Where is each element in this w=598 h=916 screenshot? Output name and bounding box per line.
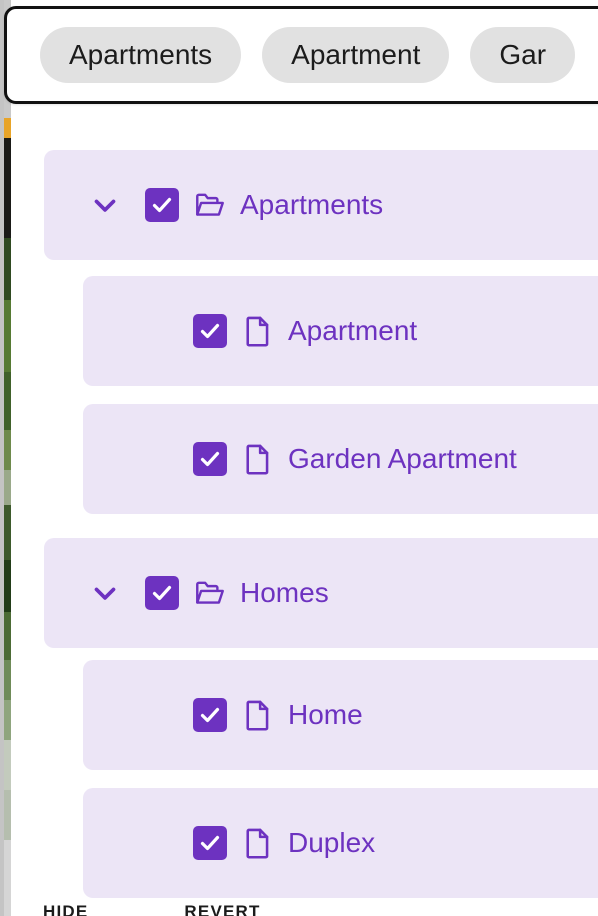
footer-revert-label[interactable]: REVERT [184, 902, 260, 916]
tree-node-label: Homes [240, 577, 329, 608]
tree-folder-row[interactable]: Apartments [44, 150, 598, 260]
footer-bar: HIDE REVERT [11, 902, 598, 916]
file-icon [242, 827, 274, 859]
multi-select-input[interactable]: Apartments Apartment Gar [4, 6, 598, 104]
tree-checkbox-checked[interactable] [193, 442, 227, 476]
chip-label: Apartment [291, 39, 421, 70]
tree-checkbox-checked[interactable] [193, 826, 227, 860]
file-icon [242, 443, 274, 475]
folder-open-icon [194, 189, 226, 221]
footer-hide-label[interactable]: HIDE [43, 902, 88, 916]
tree-checkbox-checked[interactable] [193, 698, 227, 732]
footer-labels: HIDE REVERT [43, 902, 261, 916]
tree-node-label: Garden Apartment [288, 443, 517, 474]
tree-file-row[interactable]: Apartment [83, 276, 598, 386]
tree-node-label: Apartments [240, 189, 384, 220]
folder-open-icon [194, 577, 226, 609]
background-photo-sliver [0, 0, 11, 916]
tree-node-label: Home [288, 699, 363, 730]
file-icon [242, 315, 274, 347]
selected-chip[interactable]: Apartment [262, 27, 450, 83]
tree-node-label: Duplex [288, 827, 376, 858]
tree-file-row[interactable]: Home [83, 660, 598, 770]
chevron-down-icon[interactable] [88, 188, 122, 222]
chip-label: Gar [499, 39, 547, 70]
tree-file-row[interactable]: Garden Apartment [83, 404, 598, 514]
selected-chip[interactable]: Apartments [40, 27, 242, 83]
selected-chips-row: Apartments Apartment Gar [7, 9, 576, 101]
tree-file-row[interactable]: Duplex [83, 788, 598, 898]
chip-label: Apartments [69, 39, 213, 70]
tree-checkbox-checked[interactable] [193, 314, 227, 348]
tree-node-label: Apartment [288, 315, 418, 346]
tree-checkbox-checked[interactable] [145, 576, 179, 610]
selected-chip[interactable]: Gar [470, 27, 576, 83]
tree-folder-row[interactable]: Homes [44, 538, 598, 648]
file-icon [242, 699, 274, 731]
chevron-down-icon[interactable] [88, 576, 122, 610]
tree-dropdown-panel[interactable]: Apartments Apartment Garden Apartment Homes… [11, 113, 598, 902]
tree-checkbox-checked[interactable] [145, 188, 179, 222]
